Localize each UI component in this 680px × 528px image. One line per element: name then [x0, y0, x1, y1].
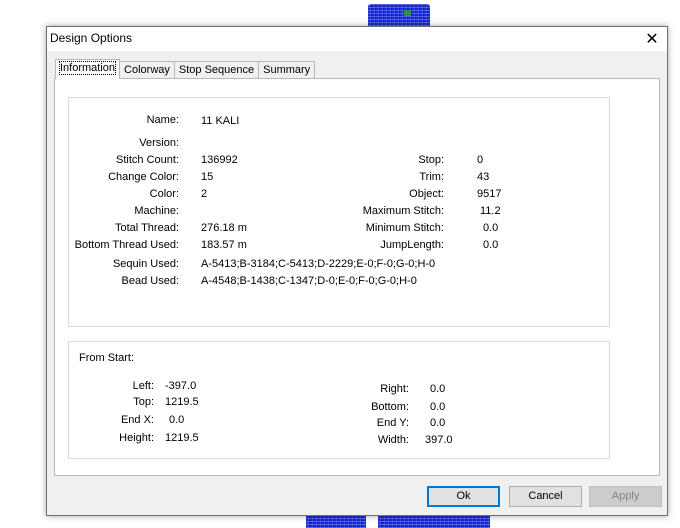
tab-strip: Information Colorway Stop Sequence Summa…: [55, 59, 316, 79]
right-value: 0.0: [430, 383, 446, 395]
ok-button[interactable]: Ok: [427, 486, 500, 507]
name-value: 11 KALI: [201, 115, 240, 127]
object-value: 9517: [477, 188, 502, 200]
design-options-dialog: Design Options ✕ Information Colorway St…: [46, 26, 668, 516]
color-label: Color:: [149, 188, 179, 200]
width-value: 397.0: [425, 434, 453, 446]
jump-length-value: 0.0: [483, 239, 499, 251]
machine-label: Machine:: [134, 205, 179, 217]
color-value: 2: [201, 188, 208, 200]
end-x-value: 0.0: [169, 414, 185, 426]
sequin-used-label: Sequin Used:: [112, 258, 179, 270]
from-start-group: From Start: Left: -397.0 Top: 1219.5 End…: [68, 341, 610, 459]
trim-label: Trim:: [419, 171, 444, 183]
tab-summary[interactable]: Summary: [258, 61, 316, 79]
change-color-value: 15: [201, 171, 214, 183]
name-label: Name:: [146, 114, 179, 126]
embroidery-preview-bottom-right: [378, 514, 490, 528]
minimum-stitch-label: Minimum Stitch:: [365, 222, 444, 234]
minimum-stitch-value: 0.0: [483, 222, 499, 234]
end-y-label: End Y:: [376, 417, 409, 429]
object-label: Object:: [409, 188, 444, 200]
bottom-label: Bottom:: [371, 401, 409, 413]
height-label: Height:: [119, 432, 154, 444]
maximum-stitch-value: 11.2: [480, 205, 501, 217]
trim-value: 43: [477, 171, 490, 183]
embroidery-preview-top: [368, 4, 430, 26]
bead-used-value: A-4548;B-1438;C-1347;D-0;E-0;F-0;G-0;H-0: [201, 275, 417, 287]
design-info-group: Name: 11 KALI Version: Stitch Count: 136…: [68, 97, 610, 327]
title-bar: Design Options ✕: [47, 27, 667, 51]
bottom-thread-value: 183.57 m: [201, 239, 247, 251]
version-label: Version:: [139, 137, 179, 149]
tab-colorway[interactable]: Colorway: [119, 61, 175, 79]
stop-value: 0: [477, 154, 484, 166]
right-label: Right:: [380, 383, 409, 395]
from-start-heading: From Start:: [79, 352, 135, 364]
stitch-count-label: Stitch Count:: [116, 154, 179, 166]
bottom-thread-label: Bottom Thread Used:: [74, 239, 179, 251]
stop-label: Stop:: [418, 154, 444, 166]
end-y-value: 0.0: [430, 417, 446, 429]
close-icon[interactable]: ✕: [637, 27, 667, 51]
stitch-count-value: 136992: [201, 154, 238, 166]
embroidery-stitch-green: [404, 10, 411, 16]
change-color-label: Change Color:: [108, 171, 179, 183]
total-thread-value: 276.18 m: [201, 222, 247, 234]
bottom-value: 0.0: [430, 401, 446, 413]
cancel-button[interactable]: Cancel: [509, 486, 582, 507]
tab-stop-sequence[interactable]: Stop Sequence: [173, 61, 260, 79]
jump-length-label: JumpLength:: [380, 239, 444, 251]
height-value: 1219.5: [165, 432, 199, 444]
information-panel: Name: 11 KALI Version: Stitch Count: 136…: [54, 78, 660, 476]
top-value: 1219.5: [165, 396, 199, 408]
top-label: Top:: [133, 396, 154, 408]
end-x-label: End X:: [120, 414, 154, 426]
sequin-used-value: A-5413;B-3184;C-5413;D-2229;E-0;F-0;G-0;…: [201, 258, 436, 270]
total-thread-label: Total Thread:: [114, 222, 179, 234]
left-value: -397.0: [165, 380, 197, 392]
embroidery-preview-bottom-left: [306, 514, 366, 528]
dialog-title: Design Options: [50, 31, 133, 45]
apply-button[interactable]: Apply: [589, 486, 662, 507]
left-label: Left:: [132, 380, 154, 392]
maximum-stitch-label: Maximum Stitch:: [362, 205, 444, 217]
tab-information[interactable]: Information: [55, 59, 121, 79]
width-label: Width:: [377, 434, 409, 446]
bead-used-label: Bead Used:: [121, 275, 179, 287]
